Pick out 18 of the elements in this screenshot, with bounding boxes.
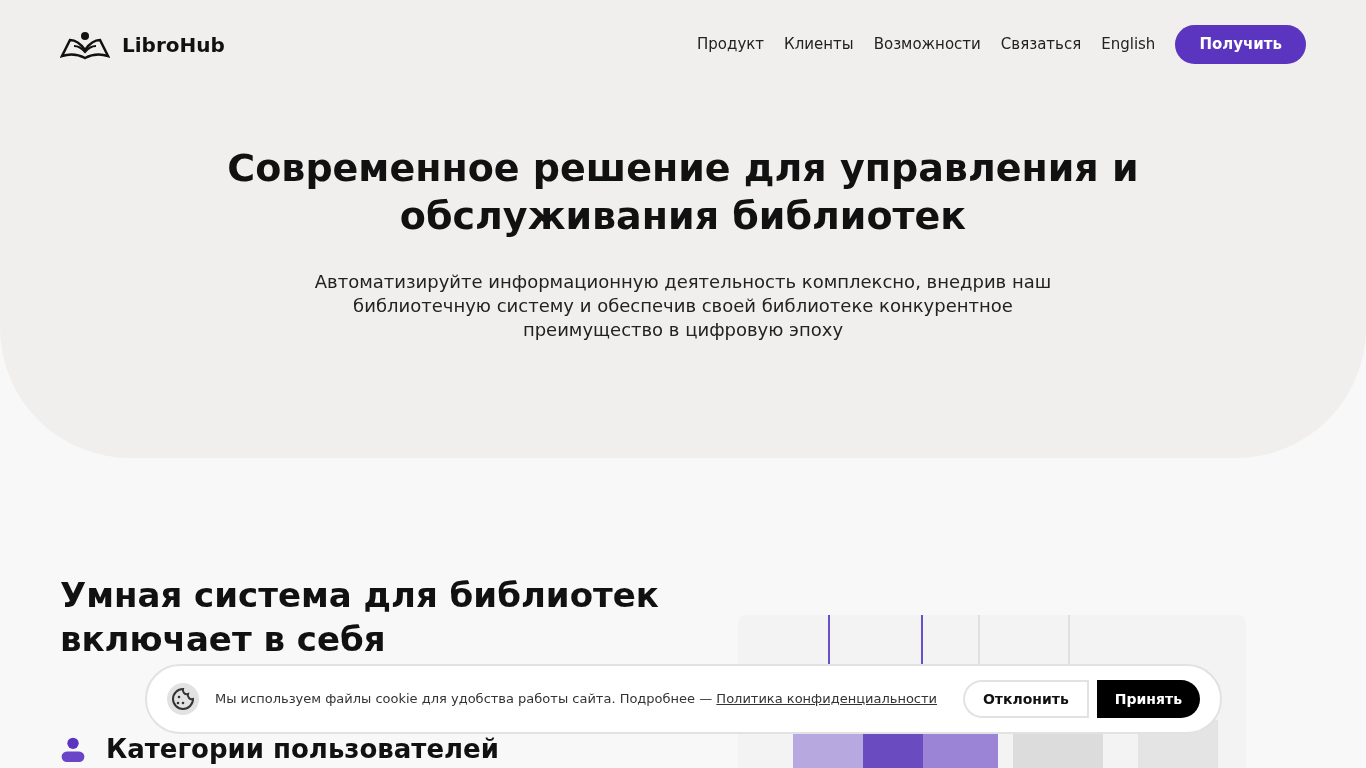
accept-button[interactable]: Принять — [1096, 680, 1200, 718]
privacy-link[interactable]: Политика конфиденциальности — [716, 691, 938, 707]
hero-title: Современное решение для управления и обслуживания библиотек — [226, 145, 1140, 240]
cookie-text: Мы используем файлы cookie для удобства работы сайта. Подробнее — — [215, 691, 713, 707]
section-title: Умная система для библиотек включает в себя — [60, 574, 660, 661]
nav-link[interactable]: English — [1101, 33, 1156, 56]
user-icon — [60, 736, 86, 762]
nav-link[interactable]: Клиенты — [784, 33, 854, 56]
decline-button[interactable]: Отклонить — [962, 680, 1089, 718]
nav-link[interactable]: Возможности — [873, 33, 981, 56]
book-logo-icon — [60, 29, 110, 60]
nav-link[interactable]: Связаться — [1000, 33, 1082, 56]
logo-text: LibroHub — [122, 31, 225, 59]
feature-title: Категории пользователей — [106, 736, 499, 762]
get-button[interactable]: Получить — [1175, 25, 1306, 64]
cookie-icon — [167, 683, 199, 715]
nav-link[interactable]: Продукт — [697, 33, 765, 56]
hero-subtitle: Автоматизируйте информационную деятельность комплексно, внедрив наш библиотечную систему и обеспечив своей библиотеке конкурентное преимущество в цифровую эпоху — [313, 270, 1053, 342]
